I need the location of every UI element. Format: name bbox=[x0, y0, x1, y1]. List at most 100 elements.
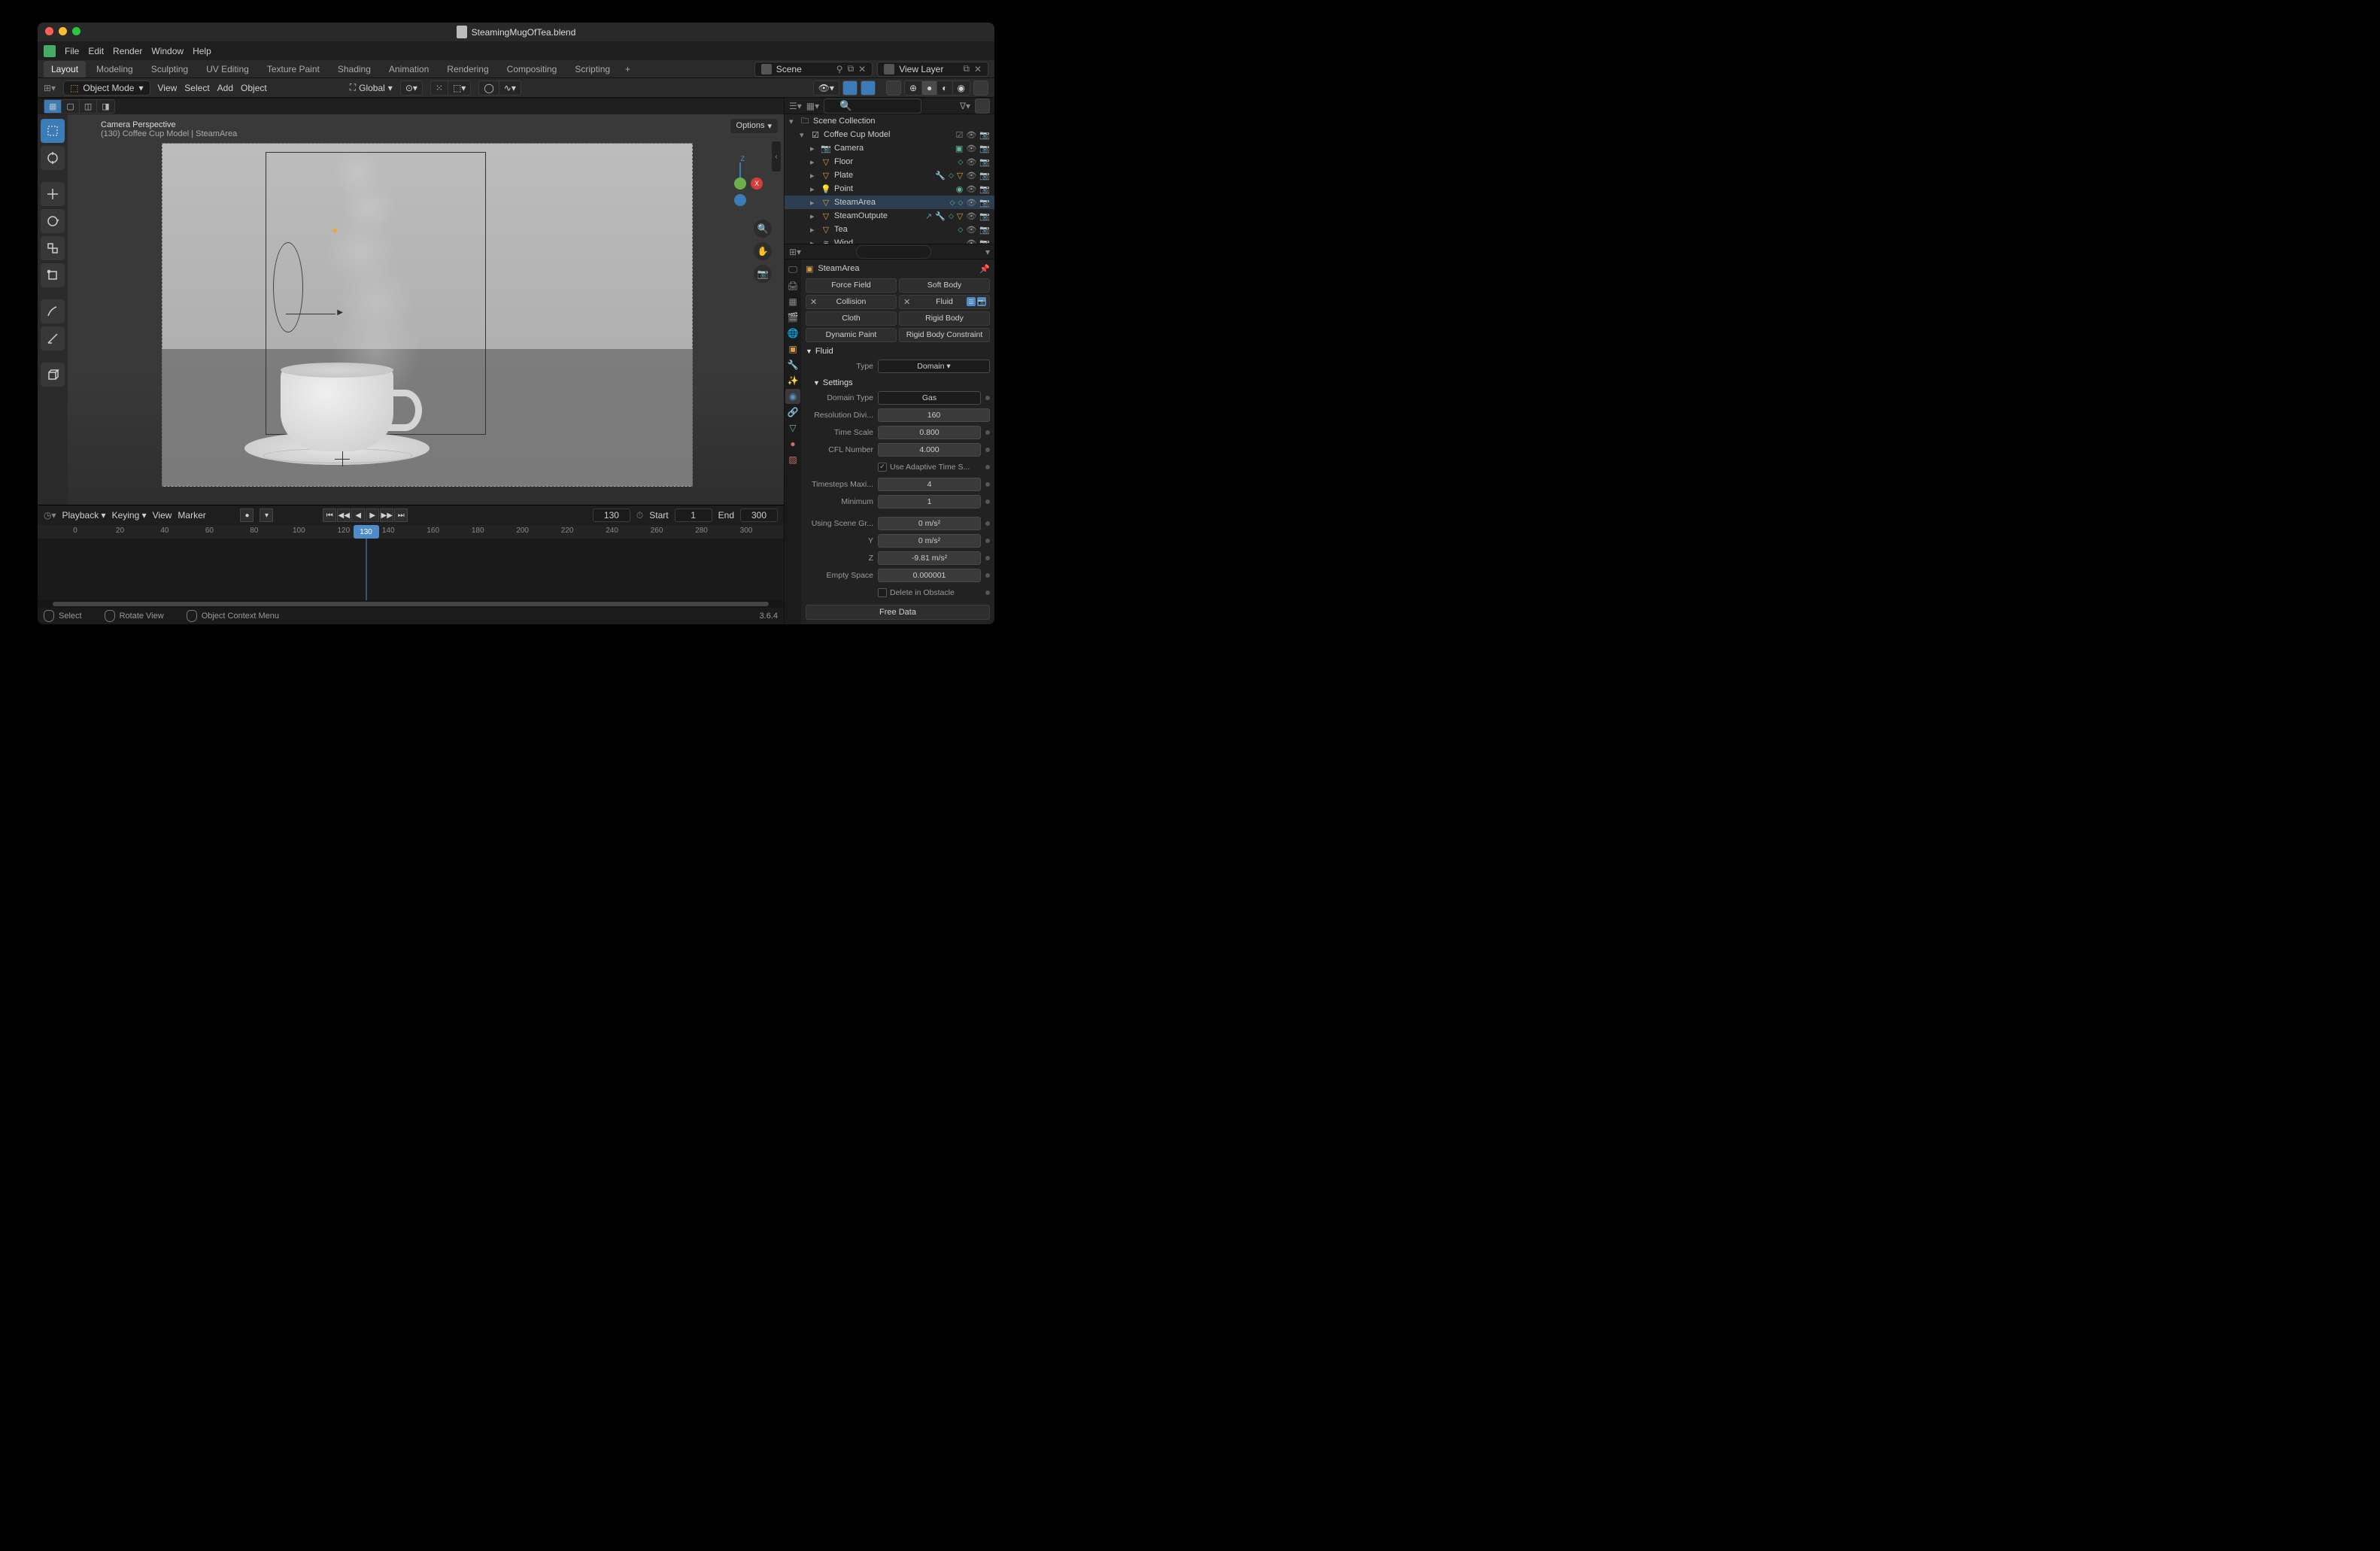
wireframe-icon[interactable]: ⊕ bbox=[905, 81, 922, 95]
tab-material[interactable]: ● bbox=[785, 436, 800, 451]
workspace-add-button[interactable]: + bbox=[621, 64, 635, 74]
fluid-panel-header[interactable]: ▼Fluid bbox=[806, 347, 990, 356]
physics-force-field-button[interactable]: Force Field bbox=[806, 278, 897, 293]
pan-button[interactable]: ✋ bbox=[754, 242, 772, 260]
gizmo-toggle[interactable] bbox=[842, 80, 858, 96]
select-mode-icons[interactable]: ▦▢◫◨ bbox=[44, 99, 115, 114]
options-button[interactable]: Options▾ bbox=[730, 119, 778, 133]
auto-key-mode[interactable]: ▾ bbox=[260, 508, 273, 522]
prop-value[interactable]: Gas bbox=[878, 391, 981, 405]
prop-value[interactable]: 0.000001 bbox=[878, 569, 981, 582]
outliner-editor-icon[interactable]: ☰▾ bbox=[789, 101, 802, 111]
scene-delete-icon[interactable]: ✕ bbox=[858, 64, 866, 74]
tab-output[interactable]: 🖨 bbox=[785, 278, 800, 293]
tab-object[interactable]: ▣ bbox=[785, 341, 800, 357]
pin-icon[interactable]: 📌 bbox=[979, 264, 990, 274]
outliner-row[interactable]: ▸▽SteamOutpute ↗ 🔧 ◇ ▽👁📷 bbox=[785, 209, 994, 223]
cursor-tool[interactable] bbox=[41, 146, 65, 170]
prop-value[interactable]: 160 bbox=[878, 408, 990, 422]
gizmo-x[interactable]: X bbox=[751, 178, 763, 190]
window-close-button[interactable] bbox=[45, 27, 53, 35]
menu-add[interactable]: Add bbox=[217, 83, 233, 93]
scale-tool[interactable] bbox=[41, 236, 65, 260]
outliner-row[interactable]: ▸▽Floor ◇👁📷 bbox=[785, 155, 994, 168]
outliner-row[interactable]: ▸▽Plate 🔧 ◇ ▽👁📷 bbox=[785, 168, 994, 182]
menu-select[interactable]: Select bbox=[184, 83, 209, 93]
viewport-3d[interactable]: Camera Perspective (130) Coffee Cup Mode… bbox=[68, 114, 784, 505]
mode-selector[interactable]: ⬚ Object Mode ▾ bbox=[63, 80, 150, 96]
physics-cloth-button[interactable]: Cloth bbox=[806, 311, 897, 326]
clock-icon[interactable]: ⏱ bbox=[636, 510, 643, 521]
shading-dropdown[interactable] bbox=[973, 80, 988, 96]
menu-playback[interactable]: Playback ▾ bbox=[62, 510, 106, 521]
n-panel-toggle[interactable]: ‹ bbox=[772, 141, 781, 171]
menu-render[interactable]: Render bbox=[113, 46, 142, 56]
options-icon[interactable]: ▾ bbox=[985, 247, 990, 257]
annotate-tool[interactable] bbox=[41, 299, 65, 323]
scene-copy-icon[interactable]: ⧉ bbox=[848, 63, 855, 74]
tab-scene[interactable]: 🎬 bbox=[785, 310, 800, 325]
key-prev-button[interactable]: ◀◀ bbox=[337, 508, 351, 522]
workspace-shading[interactable]: Shading bbox=[330, 61, 378, 77]
start-frame[interactable]: 1 bbox=[675, 508, 712, 522]
transform-tool[interactable] bbox=[41, 263, 65, 287]
workspace-scripting[interactable]: Scripting bbox=[567, 61, 618, 77]
outliner-row[interactable]: ▾☑Coffee Cup Model☑👁📷 bbox=[785, 128, 994, 141]
tab-constraints[interactable]: 🔗 bbox=[785, 405, 800, 420]
menu-marker[interactable]: Marker bbox=[178, 510, 205, 521]
physics-rigid-body-constraint-button[interactable]: Rigid Body Constraint bbox=[899, 328, 990, 342]
menu-view-timeline[interactable]: View bbox=[153, 510, 172, 521]
outliner-row[interactable]: ▸▽SteamArea ◇ ◇👁📷 bbox=[785, 196, 994, 209]
scene-pin-icon[interactable]: ⚲ bbox=[836, 64, 843, 74]
tab-modifiers[interactable]: 🔧 bbox=[785, 357, 800, 372]
end-frame[interactable]: 300 bbox=[740, 508, 778, 522]
properties-context[interactable]: SteamArea bbox=[818, 264, 859, 273]
timeline-scrollbar[interactable] bbox=[38, 600, 784, 608]
new-collection-button[interactable] bbox=[975, 99, 990, 114]
jump-start-button[interactable]: ⏮ bbox=[323, 508, 336, 522]
properties-editor-icon[interactable]: ⊞▾ bbox=[789, 247, 801, 257]
proportional-edit[interactable]: ◯∿▾ bbox=[478, 80, 521, 96]
measure-tool[interactable] bbox=[41, 326, 65, 351]
viewlayer-copy-icon[interactable]: ⧉ bbox=[963, 63, 970, 74]
tab-mesh[interactable]: ▽ bbox=[785, 420, 800, 436]
editor-type-icon[interactable]: ⊞▾ bbox=[44, 83, 56, 93]
filter-icon[interactable]: ∇▾ bbox=[960, 101, 970, 111]
delete-obstacle-checkbox[interactable] bbox=[878, 588, 887, 597]
prop-value[interactable]: 4 bbox=[878, 478, 981, 491]
prop-value[interactable]: 0.800 bbox=[878, 426, 981, 439]
workspace-animation[interactable]: Animation bbox=[381, 61, 436, 77]
move-tool[interactable] bbox=[41, 182, 65, 206]
tab-physics[interactable]: ◉ bbox=[785, 389, 800, 404]
rotate-tool[interactable] bbox=[41, 209, 65, 233]
shading-modes[interactable]: ⊕ ● ◐ ◉ bbox=[904, 80, 970, 96]
camera-view-button[interactable]: 📷 bbox=[754, 265, 772, 283]
window-maximize-button[interactable] bbox=[72, 27, 80, 35]
snap-toggle[interactable]: ⁙⬚▾ bbox=[430, 80, 471, 96]
play-button[interactable]: ▶ bbox=[366, 508, 379, 522]
current-frame[interactable]: 130 bbox=[593, 508, 630, 522]
fluid-type-selector[interactable]: Domain ▾ bbox=[878, 360, 990, 373]
settings-panel-header[interactable]: ▼Settings bbox=[813, 378, 990, 387]
viewlayer-selector[interactable]: View Layer ⧉ ✕ bbox=[877, 62, 988, 77]
blender-logo-icon[interactable] bbox=[44, 45, 56, 57]
tab-render[interactable]: 🖵 bbox=[785, 263, 800, 278]
gizmo-y[interactable] bbox=[734, 178, 746, 190]
tab-particles[interactable]: ✨ bbox=[785, 373, 800, 388]
key-next-button[interactable]: ▶▶ bbox=[380, 508, 393, 522]
prop-value[interactable]: 1 bbox=[878, 495, 981, 508]
physics-collision-button[interactable]: ✕Collision bbox=[806, 295, 897, 309]
xray-toggle[interactable] bbox=[886, 80, 901, 96]
outliner-row[interactable]: ▸≈Wind 👁📷 bbox=[785, 236, 994, 244]
adaptive-checkbox[interactable]: ✓ bbox=[878, 463, 887, 472]
outliner-row[interactable]: ▸📷Camera ▣👁📷 bbox=[785, 141, 994, 155]
menu-keying[interactable]: Keying ▾ bbox=[112, 510, 147, 521]
workspace-uv-editing[interactable]: UV Editing bbox=[199, 61, 257, 77]
gizmo-z[interactable] bbox=[734, 194, 746, 206]
outliner-search[interactable] bbox=[824, 99, 921, 114]
prop-value[interactable]: 4.000 bbox=[878, 443, 981, 457]
tab-texture[interactable]: ▨ bbox=[785, 452, 800, 467]
window-minimize-button[interactable] bbox=[59, 27, 67, 35]
menu-help[interactable]: Help bbox=[193, 46, 211, 56]
solid-icon[interactable]: ● bbox=[922, 81, 937, 95]
